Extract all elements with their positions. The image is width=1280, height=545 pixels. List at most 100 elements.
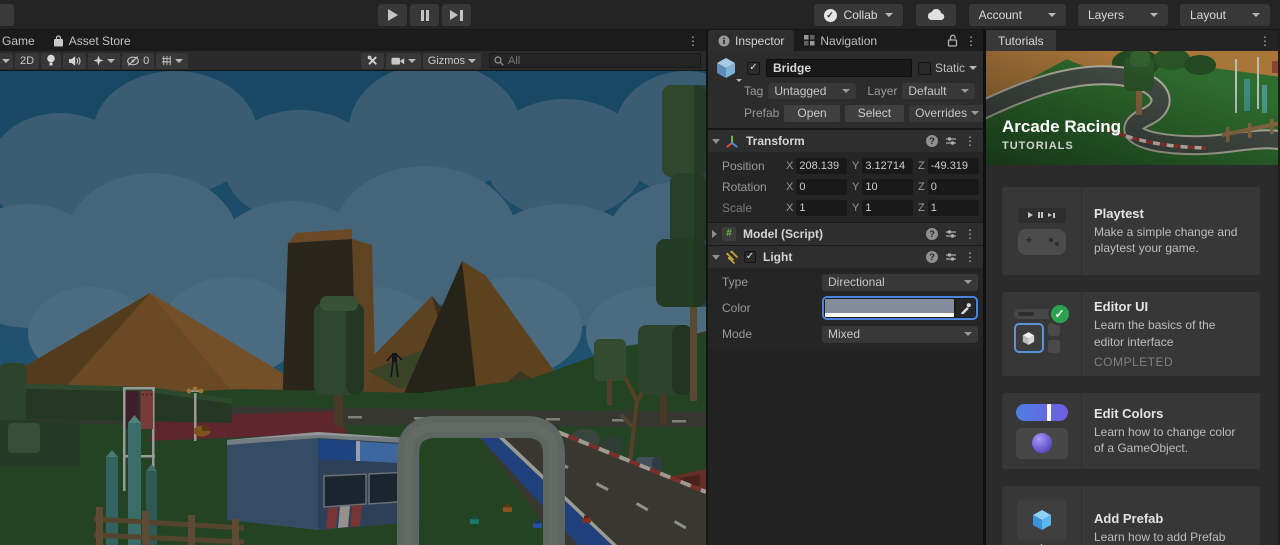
- kebab-menu-icon[interactable]: ⋮: [964, 134, 976, 148]
- tutorial-card-editor-ui[interactable]: ✓ Editor UI Learn the basics of the edit…: [1002, 292, 1260, 376]
- help-icon[interactable]: ?: [926, 251, 938, 263]
- model-script-header[interactable]: # Model (Script) ? ⋮: [708, 223, 983, 245]
- collab-button[interactable]: ✓ Collab: [813, 4, 903, 26]
- static-checkbox[interactable]: [917, 61, 931, 75]
- presets-icon[interactable]: [945, 136, 957, 146]
- gamepad-icon: +: [1017, 228, 1066, 255]
- search-input[interactable]: [508, 54, 696, 67]
- dim-overlay: [0, 71, 706, 545]
- grid-dropdown[interactable]: [156, 52, 189, 69]
- light-enabled-checkbox[interactable]: ✓: [744, 251, 756, 263]
- light-header[interactable]: ✓ Light ? ⋮: [708, 246, 983, 268]
- scene-search[interactable]: [489, 53, 701, 68]
- tutorial-card-edit-colors[interactable]: Edit Colors Learn how to change color of…: [1002, 393, 1260, 469]
- gameobject-header: ✓ Static Tag Untagged Layer Default: [708, 51, 986, 129]
- play-button[interactable]: [378, 4, 407, 26]
- cloud-button[interactable]: [915, 4, 956, 26]
- foldout-icon[interactable]: [712, 138, 720, 144]
- card-description: Learn the basics of the editor interface: [1094, 318, 1216, 349]
- presets-icon[interactable]: [945, 229, 957, 239]
- layer-label: Layer: [867, 84, 898, 98]
- layers-dropdown[interactable]: Layers: [1077, 4, 1168, 26]
- account-dropdown[interactable]: Account: [968, 4, 1066, 26]
- help-icon[interactable]: ?: [926, 135, 938, 147]
- rotation-y-field[interactable]: 10: [862, 178, 913, 195]
- chevron-down-icon: [969, 66, 977, 70]
- rotation-z-field[interactable]: 0: [927, 178, 979, 195]
- scale-y-field[interactable]: 1: [862, 199, 913, 216]
- color-swatch[interactable]: [825, 299, 954, 317]
- tab-game[interactable]: Game: [0, 30, 44, 51]
- unlock-icon[interactable]: [947, 34, 958, 47]
- scale-x-field[interactable]: 1: [796, 199, 847, 216]
- cloud-icon: [927, 9, 944, 21]
- chevron-down-icon: [1149, 13, 1158, 17]
- tag-dropdown[interactable]: Untagged: [768, 83, 857, 99]
- tab-tutorials[interactable]: Tutorials: [986, 30, 1056, 51]
- presets-icon[interactable]: [945, 252, 957, 262]
- tutorial-title: Arcade Racing: [1002, 117, 1122, 136]
- kebab-menu-icon[interactable]: ⋮: [964, 250, 976, 264]
- editor-ui-icon: ✓: [1002, 292, 1082, 376]
- eye-off-icon: [127, 55, 139, 66]
- playtest-icon: +: [1002, 187, 1082, 275]
- chevron-down-icon: [1252, 13, 1260, 17]
- hidden-objects-toggle[interactable]: 0: [122, 52, 155, 69]
- active-checkbox[interactable]: ✓: [747, 61, 760, 75]
- tutorial-card-playtest[interactable]: + Playtest Make a simple change and play…: [1002, 187, 1260, 275]
- prefab-overrides-dropdown[interactable]: Overrides: [909, 104, 986, 122]
- position-z-field[interactable]: -49.319: [927, 157, 979, 174]
- help-icon[interactable]: ?: [926, 228, 938, 240]
- foldout-icon[interactable]: [712, 230, 717, 238]
- pause-button[interactable]: [410, 4, 439, 26]
- lighting-toggle[interactable]: [41, 52, 62, 69]
- position-row: Position X 208.139 Y 3.12714 Z -49.319: [708, 155, 983, 176]
- camera-dropdown[interactable]: [385, 52, 421, 69]
- bag-icon: [53, 34, 63, 46]
- step-button[interactable]: [442, 4, 471, 26]
- kebab-menu-icon[interactable]: ⋮: [680, 34, 706, 48]
- card-title: Edit Colors: [1094, 405, 1164, 421]
- tool-button-partial[interactable]: [0, 4, 14, 26]
- tab-asset-store[interactable]: Asset Store: [44, 30, 140, 51]
- tutorial-card-add-prefab[interactable]: ↑ Add Prefab Learn how to add Prefab obj…: [1002, 486, 1260, 545]
- prefab-select-button[interactable]: Select: [844, 104, 905, 122]
- inspector-empty-area: [708, 349, 983, 545]
- tab-navigation[interactable]: Navigation: [794, 30, 887, 51]
- gizmos-dropdown[interactable]: Gizmos: [422, 52, 481, 69]
- static-toggle[interactable]: Static: [917, 61, 977, 75]
- position-y-field[interactable]: 3.12714: [862, 157, 913, 174]
- kebab-menu-icon[interactable]: ⋮: [965, 34, 977, 48]
- prefab-open-button[interactable]: Open: [784, 104, 840, 122]
- layer-dropdown[interactable]: Default: [902, 83, 975, 99]
- transform-header[interactable]: Transform ? ⋮: [708, 130, 983, 152]
- scale-z-field[interactable]: 1: [927, 199, 979, 216]
- gameobject-icon-dropdown[interactable]: [714, 56, 742, 82]
- light-mode-dropdown[interactable]: Mixed: [822, 325, 978, 343]
- light-color-field[interactable]: [822, 296, 978, 320]
- tab-inspector[interactable]: Inspector: [708, 30, 795, 51]
- position-x-field[interactable]: 208.139: [796, 157, 847, 174]
- gameobject-name-field[interactable]: [766, 59, 912, 77]
- tutorials-panel: Tutorials ⋮ Arcade Racing TUTORIALS + Pl…: [983, 30, 1278, 545]
- draw-mode-dropdown[interactable]: [0, 52, 13, 69]
- navigation-icon: [804, 35, 815, 46]
- kebab-menu-icon[interactable]: ⋮: [1252, 34, 1278, 48]
- cube-icon: [717, 58, 735, 78]
- pause-icon: [420, 9, 424, 21]
- kebab-menu-icon[interactable]: ⋮: [964, 227, 976, 241]
- 2d-toggle[interactable]: 2D: [15, 52, 40, 69]
- tutorials-tabbar: Tutorials ⋮: [986, 30, 1278, 51]
- eyedropper-button[interactable]: [956, 299, 975, 317]
- layout-dropdown[interactable]: Layout: [1179, 4, 1270, 26]
- audio-toggle[interactable]: [63, 52, 87, 69]
- game-view-tabbar: Game Asset Store ⋮: [0, 30, 706, 51]
- scene-viewport[interactable]: [0, 71, 706, 545]
- prefab-cube-icon: [1032, 509, 1051, 530]
- tools-button[interactable]: [360, 52, 384, 69]
- light-type-dropdown[interactable]: Directional: [822, 273, 978, 291]
- foldout-icon[interactable]: [712, 254, 720, 260]
- effects-dropdown[interactable]: [88, 52, 121, 69]
- play-icon: [387, 9, 398, 21]
- rotation-x-field[interactable]: 0: [796, 178, 847, 195]
